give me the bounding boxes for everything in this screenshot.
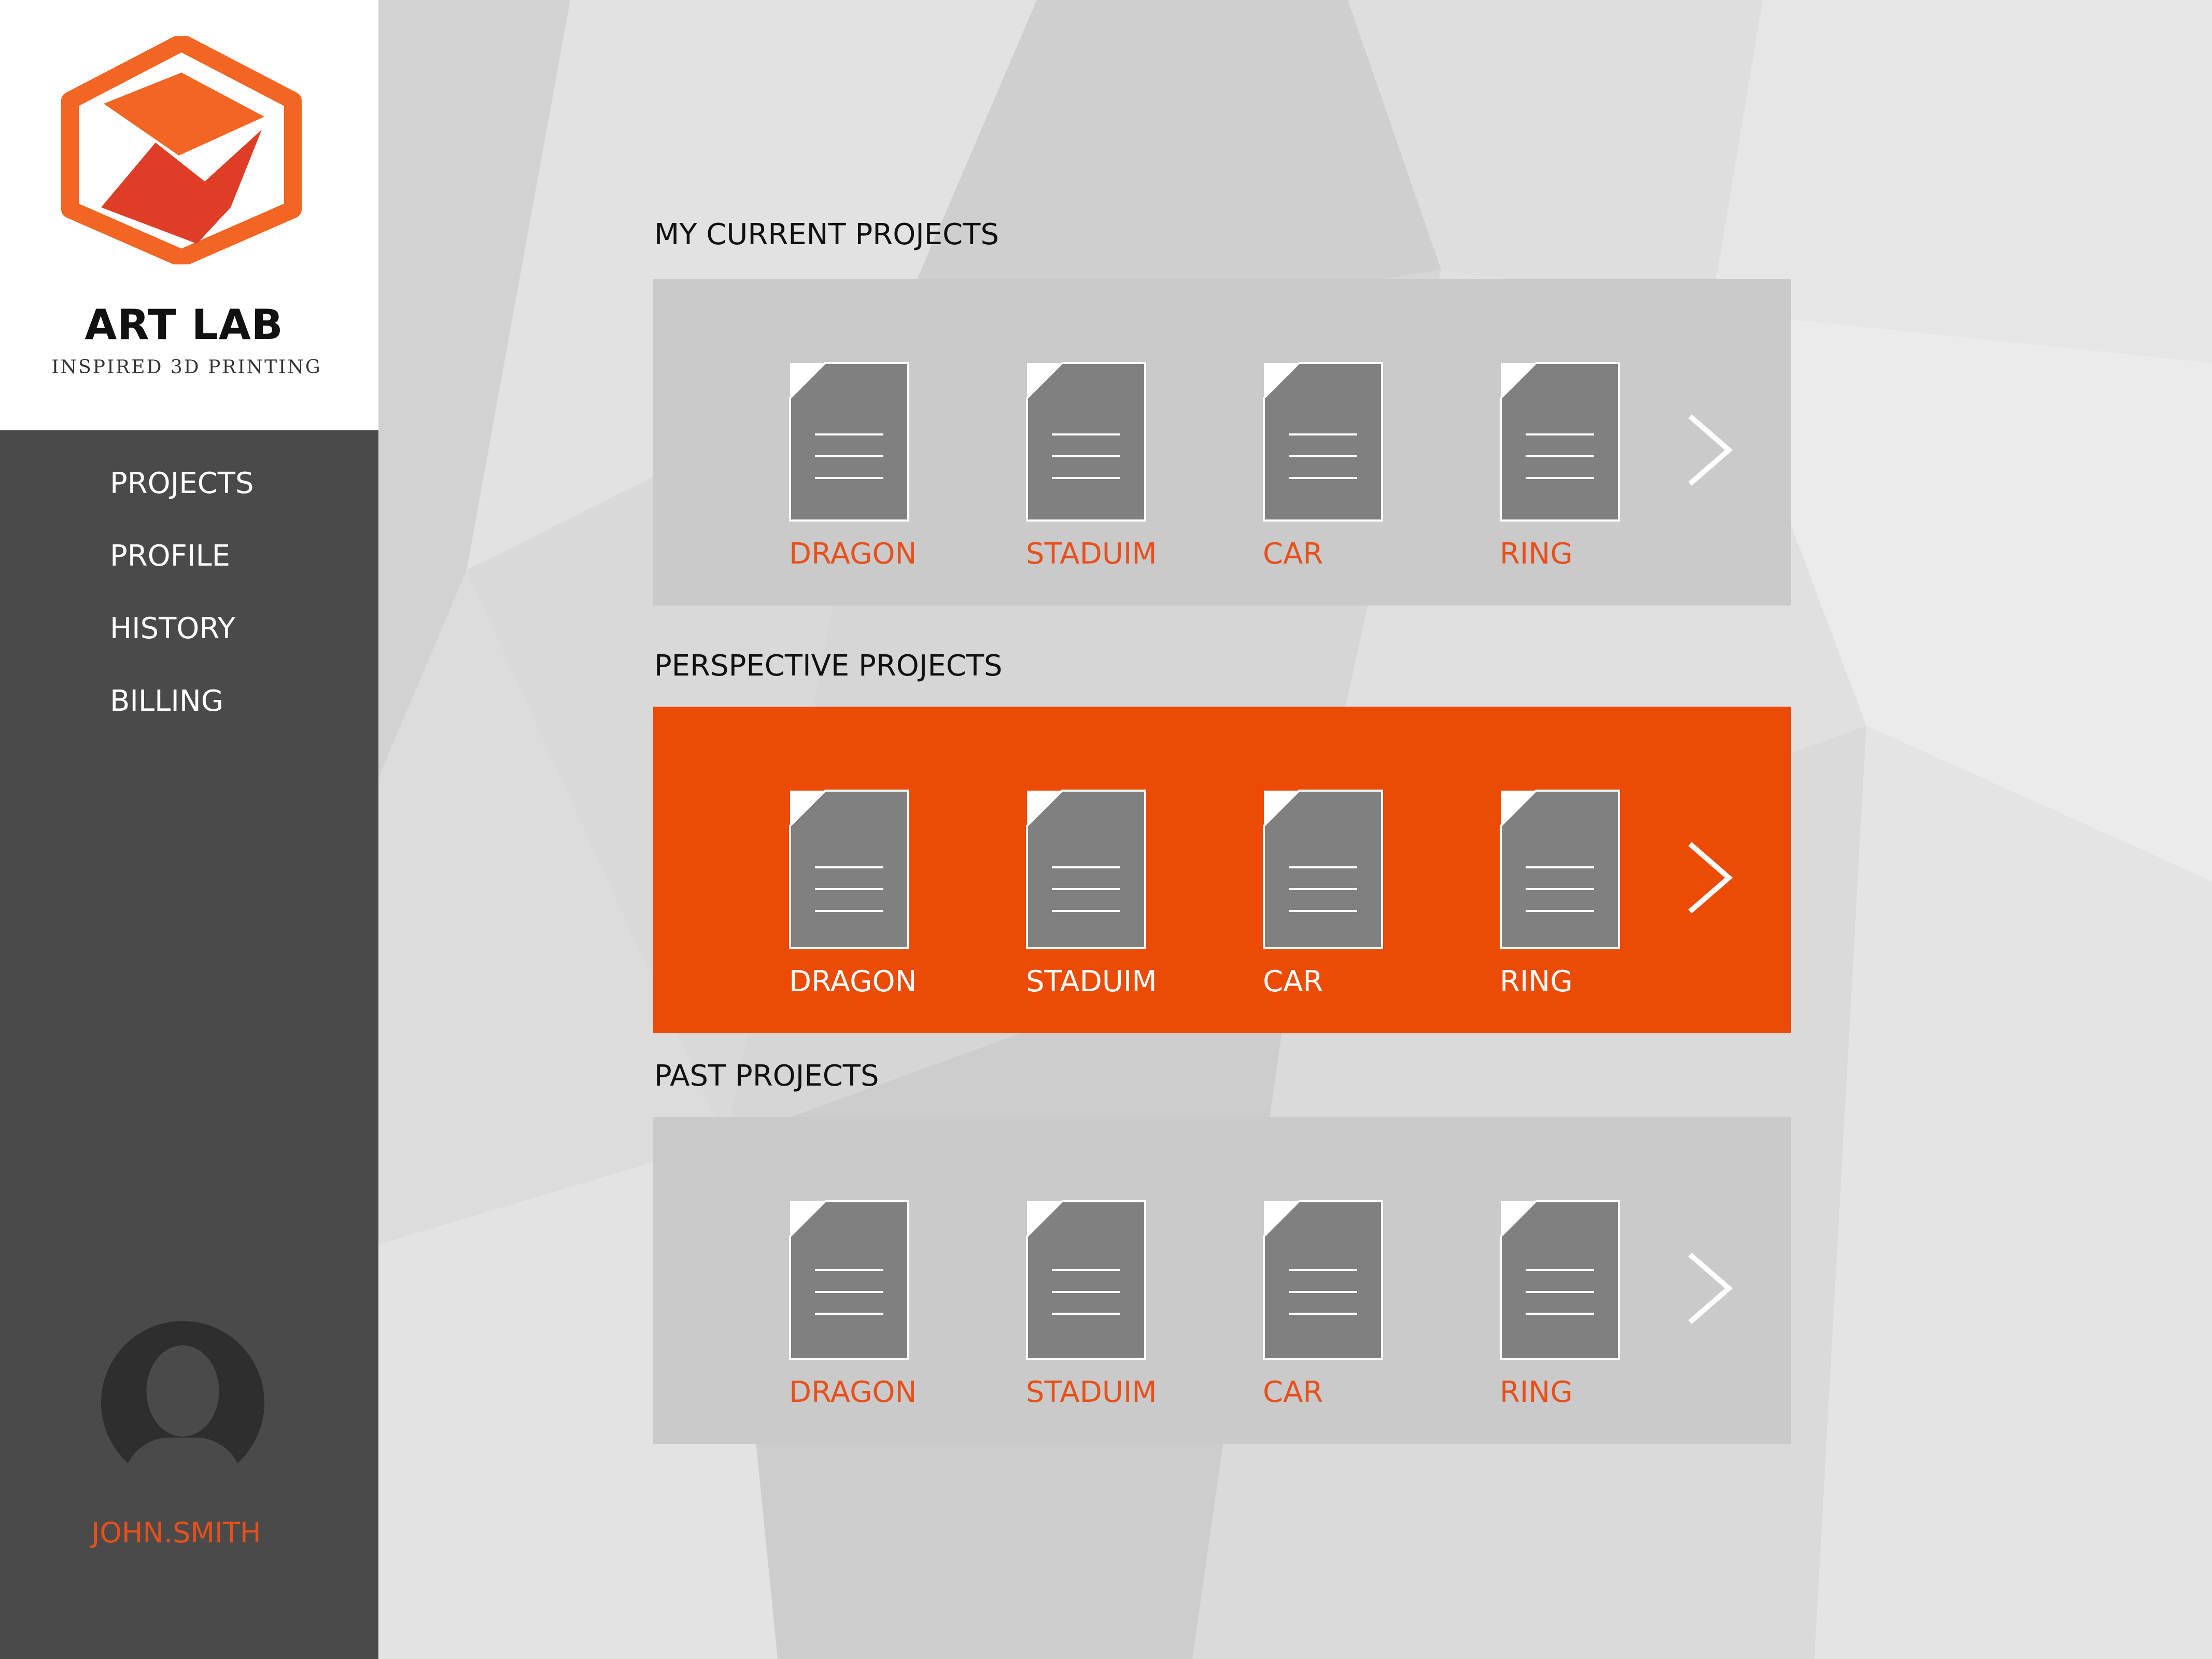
project-tile[interactable]: DRAGON xyxy=(788,279,933,600)
project-tile[interactable]: STADUIM xyxy=(1025,707,1170,1028)
projects-panel-current: DRAGON STADUIM CAR RING xyxy=(653,279,1791,606)
project-label: CAR xyxy=(1263,537,1323,571)
document-icon xyxy=(1500,362,1620,522)
user-avatar-icon[interactable] xyxy=(101,1321,264,1484)
project-tile[interactable]: RING xyxy=(1499,707,1644,1028)
brand-tagline: INSPIRED 3D PRINTING xyxy=(51,357,322,378)
project-label: CAR xyxy=(1263,965,1323,999)
section-title-current: MY CURRENT PROJECTS xyxy=(654,218,999,251)
document-icon xyxy=(1500,1200,1620,1360)
chevron-right-icon[interactable] xyxy=(1682,409,1739,491)
project-label: STADUIM xyxy=(1026,537,1157,571)
project-label: CAR xyxy=(1263,1375,1323,1409)
project-tile[interactable]: CAR xyxy=(1262,1117,1407,1439)
document-icon xyxy=(1263,1200,1383,1360)
app-page: ART LAB INSPIRED 3D PRINTING PROJECTS PR… xyxy=(0,0,2212,1659)
projects-panel-past: DRAGON STADUIM CAR RING xyxy=(653,1117,1791,1444)
nav-item-billing[interactable]: BILLING xyxy=(110,684,223,718)
project-tile[interactable]: STADUIM xyxy=(1025,279,1170,600)
project-tile[interactable]: STADUIM xyxy=(1025,1117,1170,1439)
document-icon xyxy=(1026,790,1146,949)
document-icon xyxy=(1026,362,1146,522)
project-label: DRAGON xyxy=(789,537,917,571)
project-label: DRAGON xyxy=(789,965,917,999)
nav-item-profile[interactable]: PROFILE xyxy=(110,539,230,573)
document-icon xyxy=(789,362,909,522)
brand-header: ART LAB INSPIRED 3D PRINTING xyxy=(0,0,378,430)
nav-item-projects[interactable]: PROJECTS xyxy=(110,467,254,500)
project-label: RING xyxy=(1500,1375,1573,1409)
project-tile[interactable]: CAR xyxy=(1262,279,1407,600)
document-icon xyxy=(789,1200,909,1360)
project-label: DRAGON xyxy=(789,1375,917,1409)
project-tile[interactable]: RING xyxy=(1499,1117,1644,1439)
project-label: RING xyxy=(1500,965,1573,999)
project-tile[interactable]: DRAGON xyxy=(788,1117,933,1439)
document-icon xyxy=(1500,790,1620,949)
document-icon xyxy=(1263,790,1383,949)
hexagon-logo-icon xyxy=(61,36,302,264)
document-icon xyxy=(1026,1200,1146,1360)
project-label: RING xyxy=(1500,537,1573,571)
project-tile[interactable]: CAR xyxy=(1262,707,1407,1028)
project-label: STADUIM xyxy=(1026,965,1157,999)
document-icon xyxy=(789,790,909,949)
username[interactable]: JOHN.SMITH xyxy=(0,1516,353,1549)
projects-panel-perspective: DRAGON STADUIM CAR RING xyxy=(653,707,1791,1033)
document-icon xyxy=(1263,362,1383,522)
nav-item-history[interactable]: HISTORY xyxy=(110,612,235,645)
chevron-right-icon[interactable] xyxy=(1682,836,1739,919)
project-tile[interactable]: DRAGON xyxy=(788,707,933,1028)
section-title-past: PAST PROJECTS xyxy=(654,1059,879,1093)
brand-name: ART LAB xyxy=(84,301,284,349)
section-title-perspective: PERSPECTIVE PROJECTS xyxy=(654,649,1003,683)
sidebar: ART LAB INSPIRED 3D PRINTING PROJECTS PR… xyxy=(0,0,378,1659)
chevron-right-icon[interactable] xyxy=(1682,1247,1739,1330)
project-tile[interactable]: RING xyxy=(1499,279,1644,600)
project-label: STADUIM xyxy=(1026,1375,1157,1409)
